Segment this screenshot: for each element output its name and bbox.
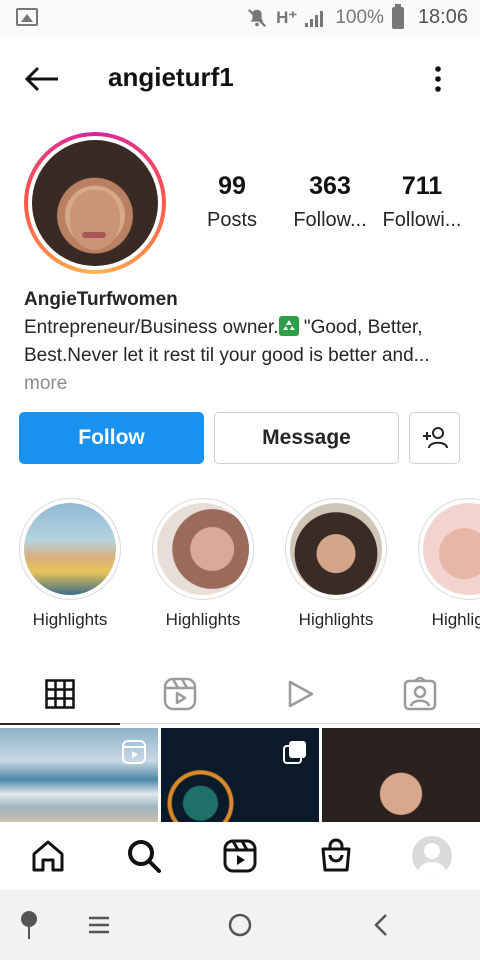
sys-back[interactable] (366, 910, 396, 940)
followers-count: 363 (309, 172, 351, 200)
highlight-ring (19, 498, 121, 600)
mute-icon (248, 8, 267, 27)
sys-recents[interactable] (84, 910, 114, 940)
nav-search[interactable] (124, 836, 164, 876)
highlight-item[interactable]: Highlights (18, 498, 122, 630)
post-thumbnail[interactable] (161, 728, 319, 822)
shop-icon (321, 838, 351, 872)
posts-count: 99 (218, 172, 246, 200)
nav-shop[interactable] (316, 836, 356, 876)
highlight-label: Highlights (32, 610, 108, 629)
grid-icon (45, 679, 75, 709)
bottom-navigation (0, 822, 480, 890)
battery-icon (391, 3, 404, 29)
highlight-ring (152, 498, 254, 600)
profile-photo (32, 140, 158, 266)
profile-stats: 99 Posts 363 Follow... 711 Followi... (196, 172, 464, 232)
video-icon (288, 680, 314, 708)
message-button[interactable]: Message (214, 412, 399, 464)
system-navigation-bar (0, 890, 480, 960)
back-icon (374, 914, 387, 936)
display-name: AngieTurfwomen (24, 289, 178, 310)
message-button-label: Message (262, 426, 351, 449)
post-image (322, 728, 480, 822)
home-circle-icon (228, 913, 252, 937)
highlight-label: Highlights (165, 610, 241, 629)
more-menu-icon[interactable] (434, 66, 442, 92)
follow-button-label: Follow (78, 426, 145, 449)
highlight-ring (285, 498, 387, 600)
highlight-image (423, 503, 480, 595)
add-user-icon (422, 427, 448, 449)
carousel-badge-icon (283, 741, 306, 764)
reels-icon (163, 677, 197, 711)
posts-grid (0, 728, 480, 822)
reels-icon (223, 839, 257, 873)
avatar-border (28, 136, 162, 270)
nav-home[interactable] (28, 836, 68, 876)
recycle-icon (278, 316, 299, 336)
highlight-image (290, 503, 382, 595)
sys-home[interactable] (225, 910, 255, 940)
tagged-icon (403, 677, 437, 711)
network-type: H⁺ (276, 7, 298, 27)
reel-badge-icon (122, 740, 146, 764)
battery-percent: 100% (335, 6, 384, 28)
highlight-item[interactable]: Highlights (151, 498, 255, 630)
tab-grid[interactable] (0, 664, 120, 725)
suggested-users-button[interactable] (409, 412, 460, 464)
status-bar: H⁺ 100% 18:06 (0, 0, 480, 36)
following-label: Followi... (382, 209, 462, 231)
post-thumbnail[interactable] (0, 728, 158, 822)
profile-avatar-story-ring[interactable] (24, 132, 166, 274)
recents-icon (89, 916, 109, 934)
tab-videos[interactable] (240, 664, 360, 724)
stat-following[interactable]: 711 Followi... (380, 172, 464, 232)
stat-posts[interactable]: 99 Posts (196, 172, 268, 232)
highlight-item[interactable]: Highlights (284, 498, 388, 630)
stat-followers[interactable]: 363 Follow... (280, 172, 380, 232)
highlight-label: Highlights (431, 610, 480, 629)
profile-content-tabs (0, 664, 480, 725)
story-highlights: Highlights Highlights Highlights Highlig… (0, 498, 480, 638)
highlight-ring (418, 498, 480, 600)
username-title: angieturf1 (108, 62, 234, 92)
highlight-label: Highlights (298, 610, 374, 629)
search-icon (128, 840, 161, 873)
profile-avatar (412, 836, 452, 876)
bio-text-1: Entrepreneur/Business owner. (24, 317, 279, 338)
nav-profile[interactable] (412, 836, 452, 876)
profile-header: angieturf1 (0, 56, 480, 102)
follow-button[interactable]: Follow (19, 412, 204, 464)
home-icon (32, 840, 64, 872)
image-icon (16, 8, 38, 26)
clock: 18:06 (417, 6, 468, 28)
signal-icon (305, 10, 324, 27)
post-thumbnail[interactable] (322, 728, 480, 822)
tab-tagged[interactable] (360, 664, 480, 724)
active-tab-indicator (0, 723, 120, 725)
bio-more-link[interactable]: more (24, 373, 67, 394)
profile-bio: AngieTurfwomen Entrepreneur/Business own… (24, 286, 464, 398)
tab-reels[interactable] (120, 664, 240, 724)
nav-reels[interactable] (220, 836, 260, 876)
status-right: H⁺ 100% 18:06 (246, 3, 468, 29)
back-arrow-icon[interactable] (24, 66, 60, 92)
highlight-item[interactable]: Highlights (417, 498, 480, 630)
highlight-image (24, 503, 116, 595)
highlight-image (157, 503, 249, 595)
assistant-icon (21, 911, 37, 939)
following-count: 711 (401, 172, 443, 200)
sys-assistant[interactable] (14, 910, 44, 940)
posts-label: Posts (206, 209, 258, 231)
followers-label: Follow... (293, 209, 367, 231)
